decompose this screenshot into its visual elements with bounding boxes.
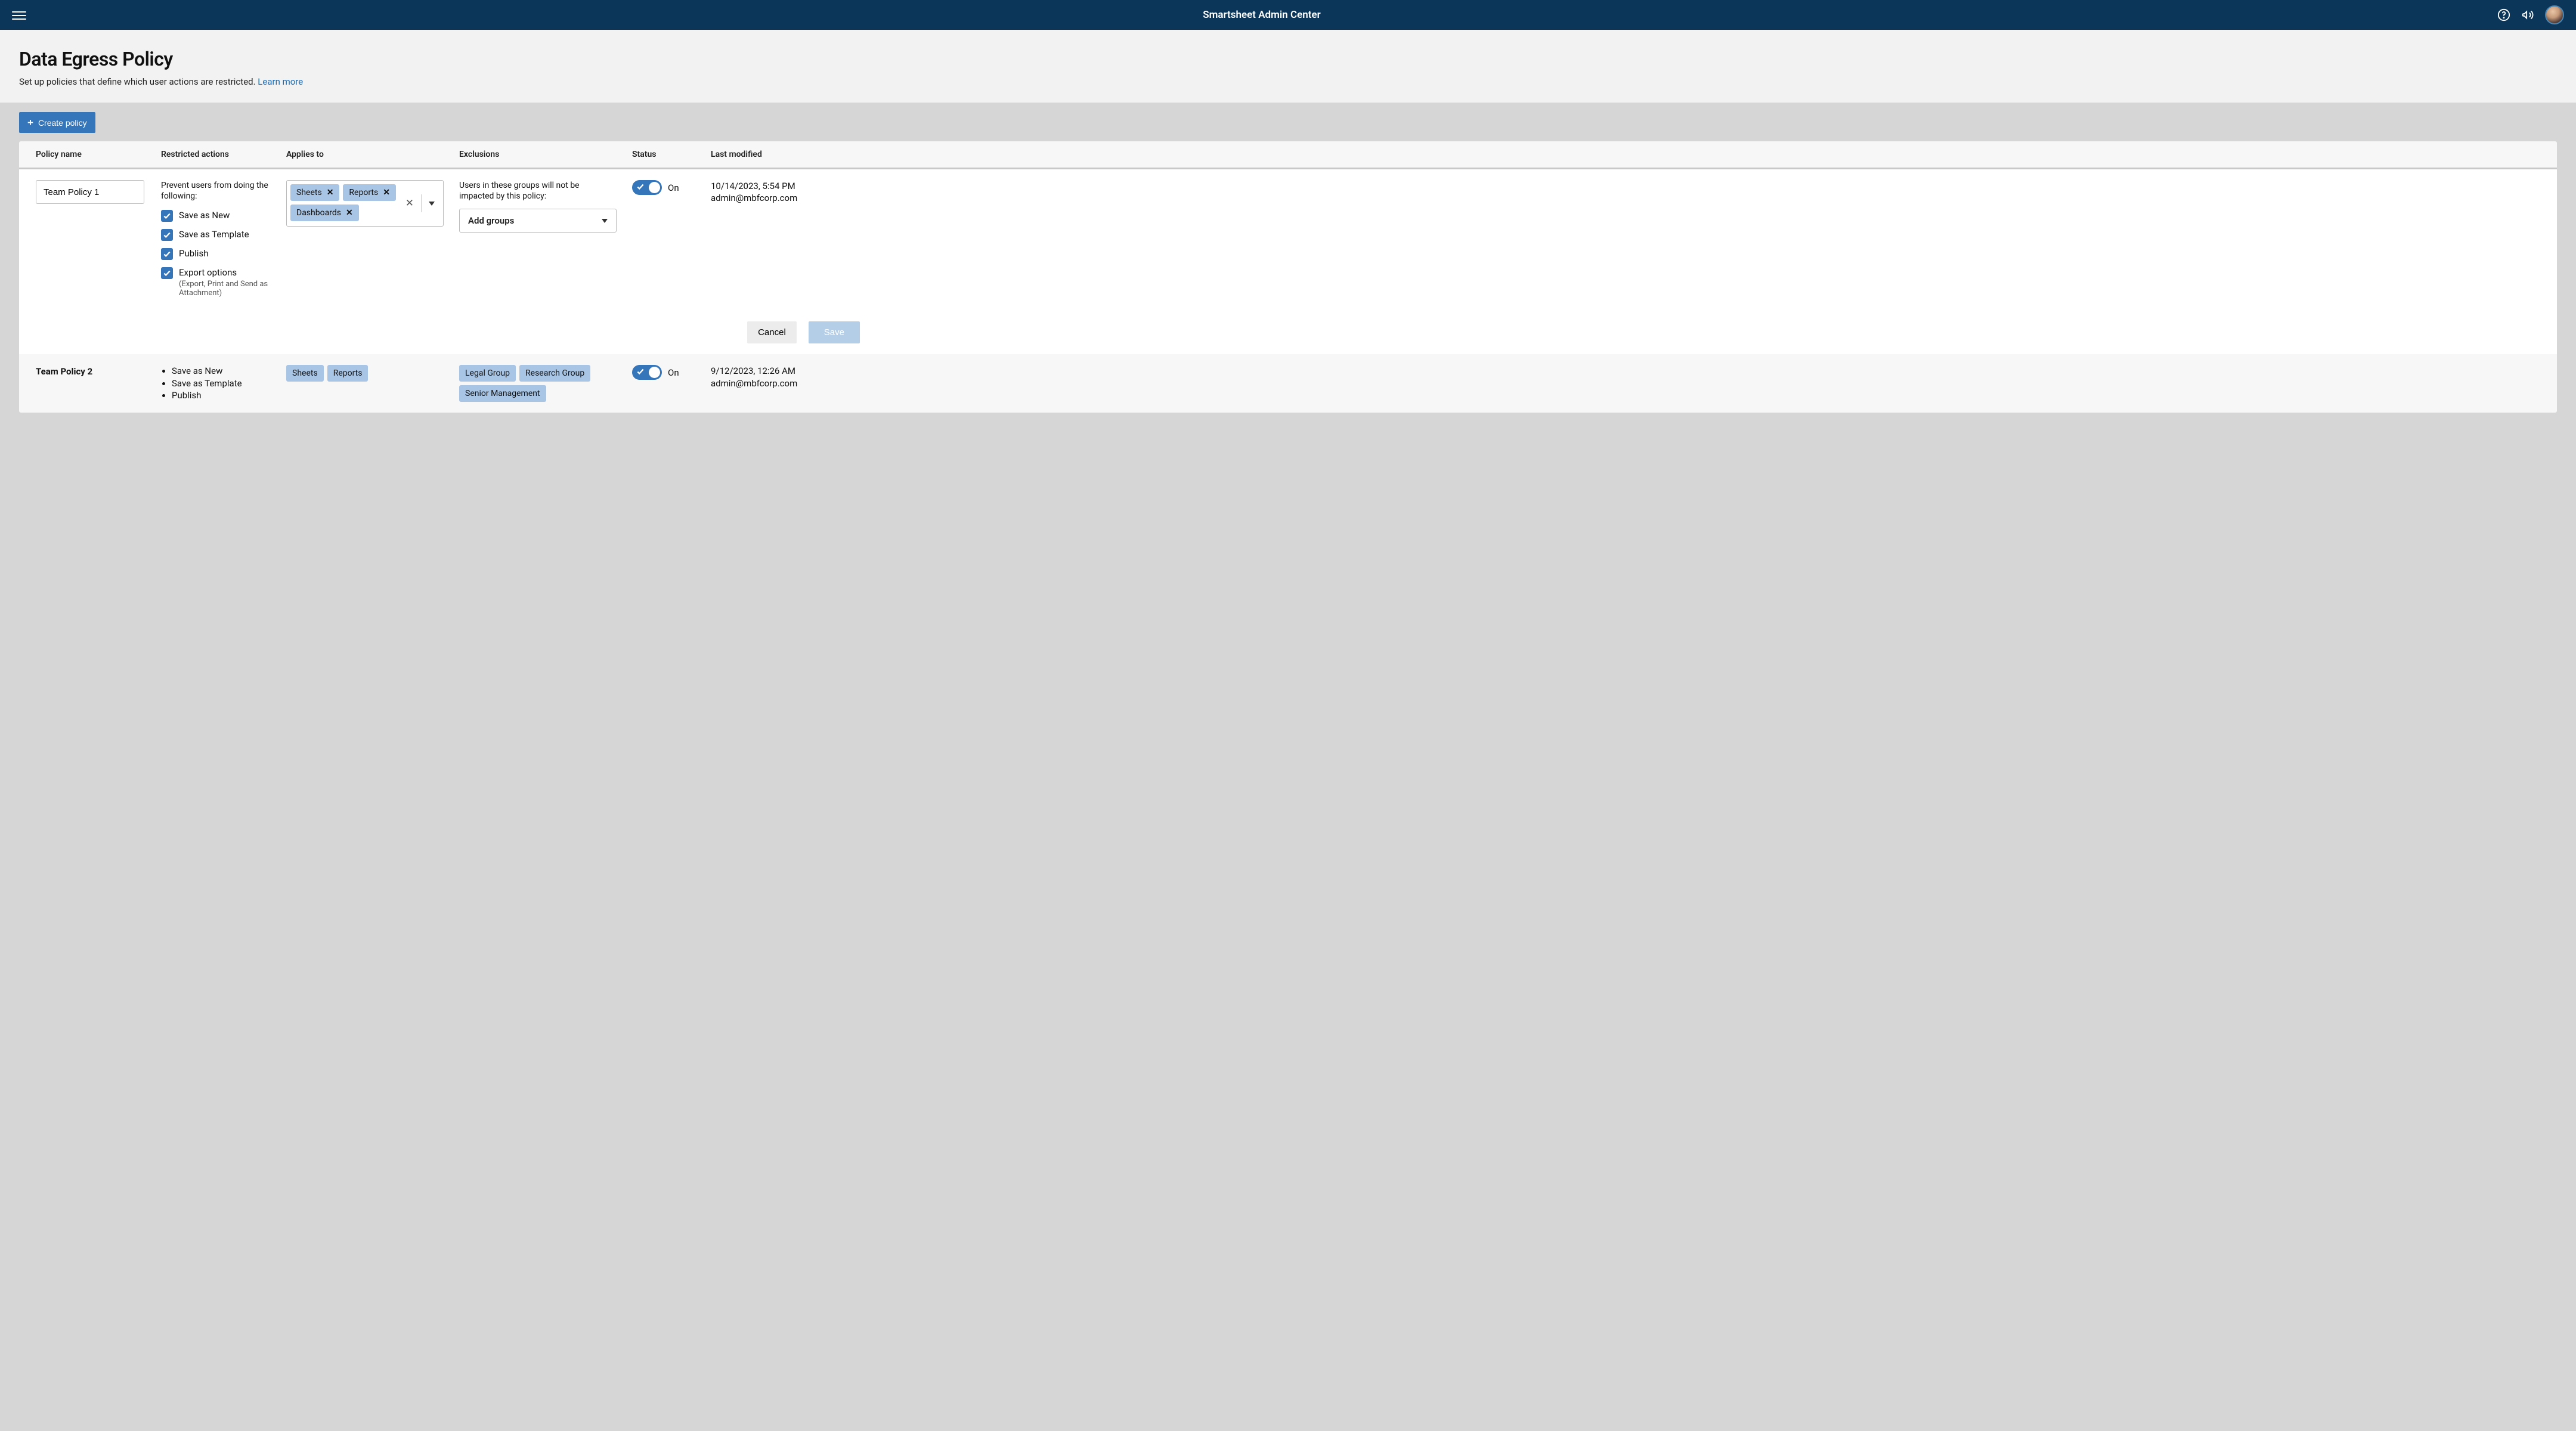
page-header: Data Egress Policy Set up policies that … [0, 30, 2576, 103]
status-toggle[interactable] [632, 180, 662, 195]
th-applies-to: Applies to [286, 150, 459, 159]
toggle-check-icon [636, 367, 645, 378]
policy-name-input[interactable] [36, 180, 144, 204]
status-label: On [668, 367, 679, 378]
page-subtitle: Set up policies that define which user a… [19, 76, 2557, 87]
chip-sheets: Sheets [286, 365, 324, 382]
chip-dashboards-label: Dashboards [296, 208, 341, 218]
modified-date: 10/14/2023, 5:54 PM [711, 180, 860, 192]
label-publish: Publish [179, 248, 208, 259]
status-toggle[interactable] [632, 365, 662, 380]
create-policy-label: Create policy [38, 118, 87, 128]
th-restricted-actions: Restricted actions [161, 150, 286, 159]
menu-icon[interactable] [12, 9, 26, 21]
table-header-row: Policy name Restricted actions Applies t… [19, 141, 2557, 168]
chip-legal-group: Legal Group [459, 365, 516, 382]
add-groups-label: Add groups [468, 215, 514, 226]
modified-date: 9/12/2023, 12:26 AM [711, 365, 860, 377]
app-title: Smartsheet Admin Center [1203, 9, 1321, 21]
modified-user: admin@mbfcorp.com [711, 377, 860, 389]
add-groups-dropdown[interactable]: Add groups [459, 209, 617, 233]
chip-sheets-label: Sheets [296, 188, 322, 197]
list-item: Publish [172, 389, 286, 401]
add-groups-caret-icon [602, 219, 608, 223]
chip-dashboards: Dashboards ✕ [290, 205, 359, 221]
chip-reports-label: Reports [349, 188, 378, 197]
chip-research-group: Research Group [519, 365, 590, 382]
chip-sheets: Sheets ✕ [290, 184, 339, 201]
list-item: Save as Template [172, 377, 286, 389]
top-bar: Smartsheet Admin Center [0, 0, 2576, 30]
clear-all-icon[interactable]: ✕ [405, 197, 414, 209]
applies-to-multiselect[interactable]: Sheets ✕ Reports ✕ Dashboards ✕ [286, 180, 444, 227]
checkbox-publish[interactable] [161, 248, 173, 260]
restricted-intro: Prevent users from doing the following: [161, 180, 268, 202]
label-save-as-new: Save as New [179, 210, 230, 221]
create-policy-button[interactable]: + Create policy [19, 112, 95, 133]
label-save-as-template: Save as Template [179, 229, 249, 240]
learn-more-link[interactable]: Learn more [258, 76, 303, 87]
page-subtitle-text: Set up policies that define which user a… [19, 76, 258, 87]
announcement-icon[interactable] [2521, 8, 2534, 21]
policy-table: Policy name Restricted actions Applies t… [19, 141, 2557, 413]
policy-row[interactable]: Team Policy 2 Save as New Save as Templa… [19, 354, 2557, 413]
label-export-options: Export options [179, 267, 286, 278]
restricted-list: Save as New Save as Template Publish [161, 365, 286, 401]
policy-row-editing: Prevent users from doing the following: … [19, 168, 2557, 354]
checkbox-export-options[interactable] [161, 267, 173, 279]
checkbox-save-as-template[interactable] [161, 229, 173, 241]
th-policy-name: Policy name [36, 150, 161, 159]
save-button[interactable]: Save [809, 321, 860, 343]
th-last-modified: Last modified [711, 150, 860, 159]
toggle-check-icon [636, 182, 645, 193]
content-area: + Create policy Policy name Restricted a… [0, 103, 2576, 436]
page-title: Data Egress Policy [19, 48, 2557, 70]
status-label: On [668, 182, 679, 193]
th-status: Status [632, 150, 711, 159]
checkbox-save-as-new[interactable] [161, 210, 173, 222]
label-export-options-sub: (Export, Print and Send as Attachment) [179, 280, 286, 298]
dropdown-caret-icon[interactable] [429, 202, 435, 206]
avatar[interactable] [2545, 5, 2564, 24]
applies-to-chips: Sheets Reports [286, 365, 429, 382]
divider [421, 194, 422, 212]
chip-sheets-remove-icon[interactable]: ✕ [327, 188, 334, 197]
chip-reports-remove-icon[interactable]: ✕ [383, 188, 390, 197]
chip-dashboards-remove-icon[interactable]: ✕ [346, 208, 353, 218]
th-exclusions: Exclusions [459, 150, 632, 159]
policy-name: Team Policy 2 [36, 365, 161, 402]
exclusion-chips: Legal Group Research Group Senior Manage… [459, 365, 602, 402]
plus-icon: + [27, 117, 33, 128]
exclusions-intro: Users in these groups will not be impact… [459, 180, 596, 202]
modified-user: admin@mbfcorp.com [711, 192, 860, 204]
chip-reports: Reports ✕ [343, 184, 396, 201]
chip-senior-management: Senior Management [459, 385, 546, 402]
cancel-button[interactable]: Cancel [747, 321, 797, 343]
help-icon[interactable] [2497, 8, 2510, 21]
list-item: Save as New [172, 365, 286, 377]
chip-reports: Reports [327, 365, 369, 382]
